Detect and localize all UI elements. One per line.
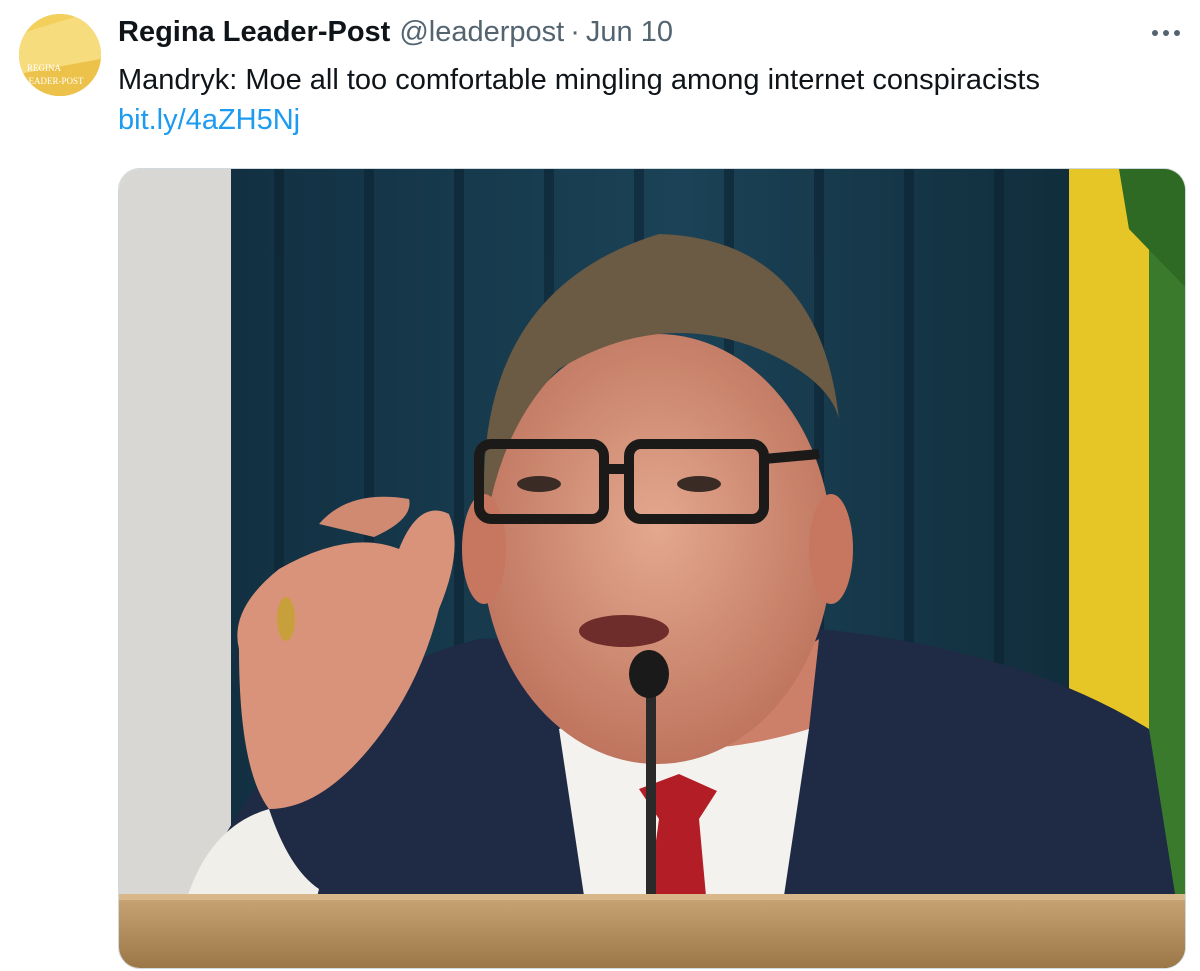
tweet-link[interactable]: bit.ly/4aZH5Nj	[118, 104, 300, 136]
more-horizontal-icon	[1152, 30, 1180, 36]
more-options-button[interactable]	[1146, 18, 1186, 48]
author-name[interactable]: Regina Leader-Post	[118, 16, 390, 49]
leader-post-logo: REGINA LEADER-POST	[19, 14, 101, 96]
author-handle[interactable]: @leaderpost	[399, 16, 564, 49]
tweet-header: Regina Leader-Post @leaderpost · Jun 10	[118, 16, 673, 52]
tweet-media-image[interactable]	[118, 168, 1186, 969]
tweet-body: Mandryk: Moe all too comfortable minglin…	[118, 60, 1178, 140]
tweet-date[interactable]: Jun 10	[586, 16, 673, 49]
author-avatar[interactable]: REGINA LEADER-POST	[19, 14, 101, 96]
photo-illustration	[119, 169, 1185, 968]
svg-text:LEADER-POST: LEADER-POST	[23, 76, 84, 86]
tweet-text: Mandryk: Moe all too comfortable minglin…	[118, 64, 1040, 96]
separator-dot: ·	[570, 16, 580, 48]
svg-text:REGINA: REGINA	[27, 63, 61, 73]
